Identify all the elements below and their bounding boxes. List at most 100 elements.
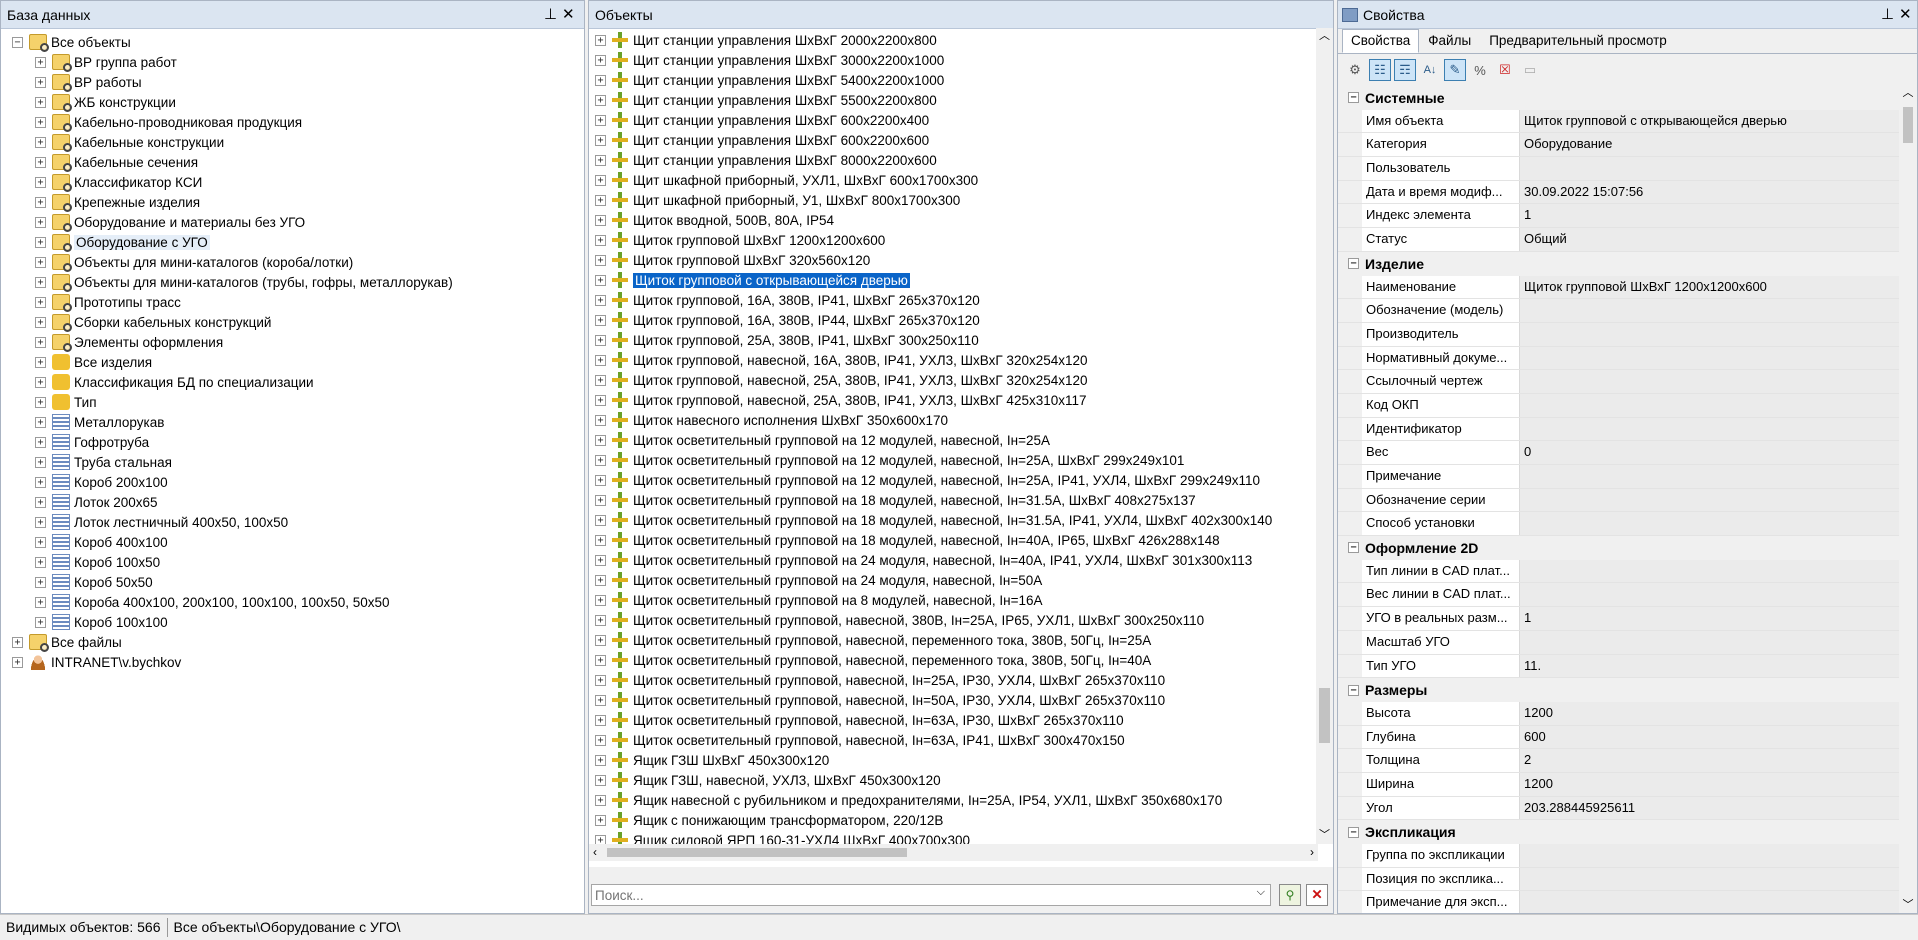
property-value[interactable]: 11. [1520,654,1899,678]
scroll-thumb[interactable] [1319,688,1330,743]
property-row[interactable]: Производитель [1338,322,1899,347]
object-list-item[interactable]: + Щиток осветительный групповой на 12 мод… [589,450,1333,470]
expand-icon[interactable]: + [595,334,606,346]
expand-icon[interactable]: + [595,174,606,186]
expand-icon[interactable]: + [35,496,46,508]
expand-icon[interactable]: + [35,476,46,488]
expand-icon[interactable]: + [595,314,606,326]
expand-icon[interactable]: + [595,614,606,626]
expand-icon[interactable]: + [595,234,606,246]
property-row[interactable]: Позиция по эксплика... [1338,867,1899,892]
tree-item[interactable]: + Прототипы трасс [1,292,584,312]
object-list-item[interactable]: + Щит шкафной приборный, УХЛ1, ШхВхГ 600х… [589,170,1333,190]
tree-item[interactable]: + Объекты для мини-каталогов (трубы, гофр… [1,272,584,292]
expand-icon[interactable]: + [35,616,46,628]
tree-item[interactable]: + Короб 100х100 [1,612,584,632]
properties-vscrollbar[interactable]: ︿ ﹀ [1899,85,1917,913]
expand-icon[interactable]: + [595,114,606,126]
property-value[interactable]: Щиток групповой ШхВхГ 1200х1200х600 [1520,275,1899,299]
expand-icon[interactable]: + [35,56,46,68]
property-row[interactable]: Тип линии в CAD плат... [1338,559,1899,584]
expand-icon[interactable]: + [35,236,46,248]
collapse-icon[interactable]: − [1348,92,1359,104]
property-row[interactable]: Примечание для эксп... [1338,891,1899,913]
categorized-sort-icon[interactable]: ☷ [1369,59,1391,81]
tree-item[interactable]: + Тип [1,392,584,412]
expand-icon[interactable]: + [595,474,606,486]
property-row[interactable]: Угол 203.288445925611 [1338,796,1899,821]
expand-icon[interactable]: + [595,814,606,826]
tree-item[interactable]: + INTRANET\v.bychkov [1,652,584,672]
property-value[interactable] [1520,370,1899,393]
property-value[interactable]: 203.288445925611 [1520,796,1899,820]
expand-icon[interactable]: + [35,596,46,608]
expand-icon[interactable]: + [35,256,46,268]
expand-icon[interactable]: + [595,54,606,66]
property-row[interactable]: Способ установки [1338,512,1899,537]
tree-item[interactable]: + Лоток 200х65 [1,492,584,512]
object-list-item[interactable]: + Щиток осветительный групповой, навесной… [589,670,1333,690]
scroll-up-icon[interactable]: ︿ [1316,28,1333,45]
expand-icon[interactable]: + [35,416,46,428]
property-value[interactable] [1520,417,1899,441]
delete-property-icon[interactable]: ☒ [1494,59,1516,81]
property-value[interactable] [1520,299,1899,322]
property-row[interactable]: Нормативный докуме... [1338,346,1899,371]
object-list-item[interactable]: + Щиток осветительный групповой, навесной… [589,630,1333,650]
property-row[interactable]: Тип УГО 11. [1338,654,1899,679]
scroll-left-icon[interactable]: ‹ [593,845,597,859]
expand-icon[interactable]: + [595,254,606,266]
object-list-item[interactable]: + Щит станции управления ШхВхГ 600х2200х6… [589,130,1333,150]
property-row[interactable]: Обозначение (модель) [1338,299,1899,323]
property-grid[interactable]: − Системные Имя объекта Щиток групповой с о… [1338,86,1899,913]
expand-icon[interactable]: + [12,636,23,648]
hscroll-thumb[interactable] [607,848,907,857]
object-list-item[interactable]: + Щиток осветительный групповой, навесной… [589,650,1333,670]
property-row[interactable]: Дата и время модиф... 30.09.2022 15:07:56 [1338,180,1899,205]
collapse-icon[interactable]: − [1348,258,1359,270]
expand-icon[interactable]: + [35,376,46,388]
settings-icon[interactable]: ⚙ [1344,59,1366,81]
object-list-item[interactable]: + Щит станции управления ШхВхГ 5400х2200х… [589,70,1333,90]
search-filter-button[interactable]: ⚲ [1279,884,1301,906]
expand-icon[interactable]: + [595,354,606,366]
tree-item[interactable]: + Металлорукав [1,412,584,432]
expand-icon[interactable]: + [35,156,46,168]
expand-icon[interactable]: + [595,574,606,586]
property-value[interactable] [1520,630,1899,654]
expand-icon[interactable]: + [595,634,606,646]
search-input[interactable] [592,885,1237,905]
expand-icon[interactable]: + [35,316,46,328]
expand-icon[interactable]: + [35,76,46,88]
expand-icon[interactable]: + [595,214,606,226]
object-list-item[interactable]: + Щиток групповой, навесной, 25А, 380В, I… [589,370,1333,390]
tree-item[interactable]: + Короб 100х50 [1,552,584,572]
expand-icon[interactable]: + [595,94,606,106]
property-row[interactable]: Код ОКП [1338,393,1899,418]
property-value[interactable] [1520,322,1899,346]
tree-item[interactable]: + ВР группа работ [1,52,584,72]
expand-icon[interactable]: + [35,96,46,108]
tree-item[interactable]: + Кабельные сечения [1,152,584,172]
property-value[interactable] [1520,559,1899,583]
expand-icon[interactable]: + [595,454,606,466]
expand-icon[interactable]: + [595,34,606,46]
property-row[interactable]: Пользователь [1338,157,1899,181]
tab-files[interactable]: Файлы [1419,29,1480,53]
close-icon[interactable]: ✕ [562,5,575,23]
expand-icon[interactable]: + [595,654,606,666]
expand-icon[interactable]: + [595,774,606,786]
property-value[interactable]: 2 [1520,749,1899,772]
pin-icon[interactable]: ⊥ [1881,5,1894,23]
object-list-item[interactable]: + Щиток осветительный групповой на 18 мод… [589,510,1333,530]
expand-icon[interactable]: + [595,694,606,706]
tree-item[interactable]: + Труба стальная [1,452,584,472]
property-row[interactable]: Масштаб УГО [1338,630,1899,655]
expand-icon[interactable]: + [595,394,606,406]
percent-icon[interactable]: % [1469,59,1491,81]
alphabetical-sort-icon[interactable]: A↓ [1419,59,1441,81]
object-list-item[interactable]: + Щиток групповой ШхВхГ 1200х1200х600 [589,230,1333,250]
object-list-item[interactable]: + Щиток групповой, навесной, 16А, 380В, I… [589,350,1333,370]
property-value[interactable] [1520,512,1899,536]
property-value[interactable] [1520,867,1899,891]
